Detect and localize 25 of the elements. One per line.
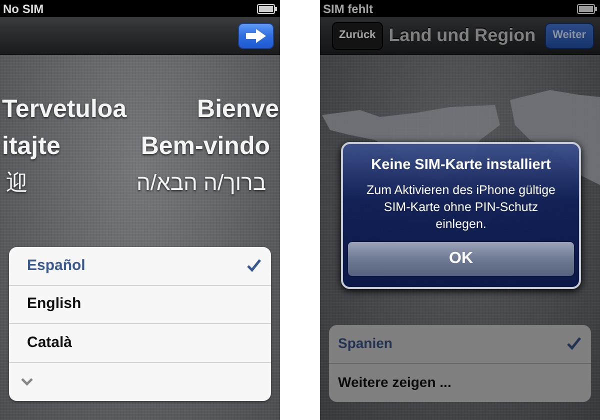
right-arrow-icon (245, 28, 267, 44)
battery-icon (257, 4, 277, 14)
back-button[interactable]: Zurück (332, 22, 383, 50)
alert-message: Zum Aktivieren des iPhone gültige SIM-Karte ohne PIN-Schutz einlegen. (366, 182, 556, 232)
welcome-text: Bem-vindo (140, 134, 270, 158)
welcome-text: ברוך/ה הבא/ה (136, 172, 266, 194)
next-button[interactable]: Weiter (544, 22, 594, 48)
welcome-text: Tervetuloa (2, 96, 127, 122)
checkmark-icon (567, 337, 581, 350)
chevron-down-icon[interactable] (21, 378, 33, 386)
battery-icon (577, 4, 597, 14)
ok-button[interactable]: OK (347, 241, 575, 278)
country-item[interactable]: Weitere zeigen ... (338, 372, 452, 394)
alert-title: Keine SIM-Karte installiert (371, 156, 551, 175)
next-button[interactable] (238, 22, 274, 48)
welcome-text: 迎 (6, 172, 28, 194)
carrier-label: SIM fehlt (323, 0, 373, 18)
checkmark-icon (247, 259, 261, 272)
language-item[interactable]: English (27, 293, 82, 316)
language-item[interactable]: Català (27, 332, 72, 354)
carrier-label: No SIM (3, 0, 44, 18)
language-item[interactable]: Español (27, 254, 86, 277)
welcome-text: itajte (2, 134, 60, 158)
nav-title: Land und Region (388, 24, 536, 47)
welcome-text: Bienve (197, 96, 279, 122)
